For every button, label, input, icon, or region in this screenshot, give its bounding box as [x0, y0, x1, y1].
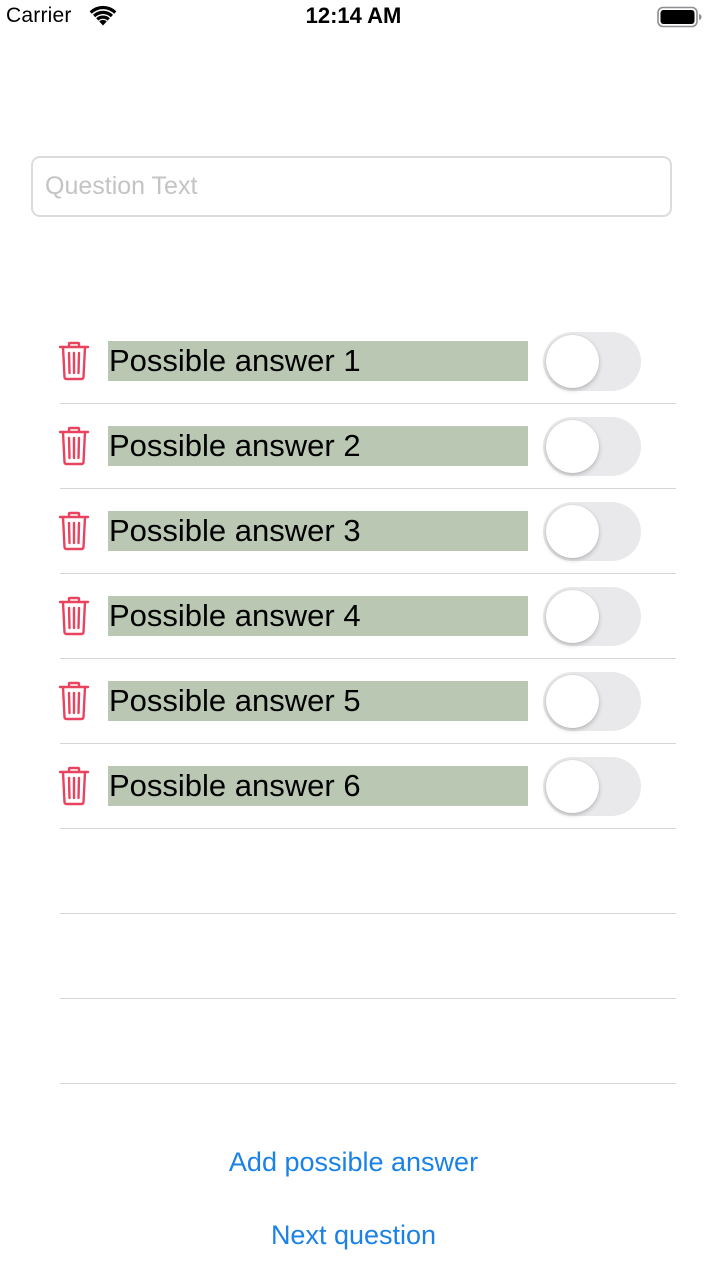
trash-icon[interactable]: [57, 426, 91, 466]
answer-row: Possible answer 6: [0, 744, 707, 829]
correct-answer-toggle[interactable]: [543, 672, 641, 731]
toggle-knob: [546, 675, 599, 728]
correct-answer-toggle[interactable]: [543, 417, 641, 476]
trash-icon[interactable]: [57, 681, 91, 721]
status-bar: Carrier 12:14 AM: [0, 0, 707, 34]
answer-row: Possible answer 2: [0, 404, 707, 489]
add-possible-answer-button[interactable]: Add possible answer: [0, 1144, 707, 1180]
status-time: 12:14 AM: [305, 3, 402, 28]
answer-list: Possible answer 1 Possible answer 2 Poss…: [0, 319, 707, 1084]
empty-row: [0, 914, 707, 999]
answer-row: Possible answer 4: [0, 574, 707, 659]
trash-icon[interactable]: [57, 596, 91, 636]
trash-icon[interactable]: [57, 341, 91, 381]
answer-label[interactable]: Possible answer 3: [108, 511, 528, 551]
answer-label[interactable]: Possible answer 1: [108, 341, 528, 381]
toggle-knob: [546, 505, 599, 558]
toggle-knob: [546, 420, 599, 473]
question-text-input[interactable]: [45, 158, 655, 215]
answer-label[interactable]: Possible answer 4: [108, 596, 528, 636]
answer-row: Possible answer 5: [0, 659, 707, 744]
correct-answer-toggle[interactable]: [543, 587, 641, 646]
answer-row: Possible answer 1: [0, 319, 707, 404]
answer-label[interactable]: Possible answer 2: [108, 426, 528, 466]
question-text-field[interactable]: [31, 156, 672, 217]
toggle-knob: [546, 760, 599, 813]
toggle-knob: [546, 335, 599, 388]
empty-row: [0, 829, 707, 914]
empty-row: [0, 999, 707, 1084]
toggle-knob: [546, 590, 599, 643]
trash-icon[interactable]: [57, 511, 91, 551]
trash-icon[interactable]: [57, 766, 91, 806]
correct-answer-toggle[interactable]: [543, 332, 641, 391]
battery-icon: [657, 6, 702, 28]
answer-label[interactable]: Possible answer 6: [108, 766, 528, 806]
next-question-button[interactable]: Next question: [0, 1217, 707, 1253]
answer-row: Possible answer 3: [0, 489, 707, 574]
correct-answer-toggle[interactable]: [543, 502, 641, 561]
answer-label[interactable]: Possible answer 5: [108, 681, 528, 721]
row-divider: [60, 1083, 676, 1084]
correct-answer-toggle[interactable]: [543, 757, 641, 816]
